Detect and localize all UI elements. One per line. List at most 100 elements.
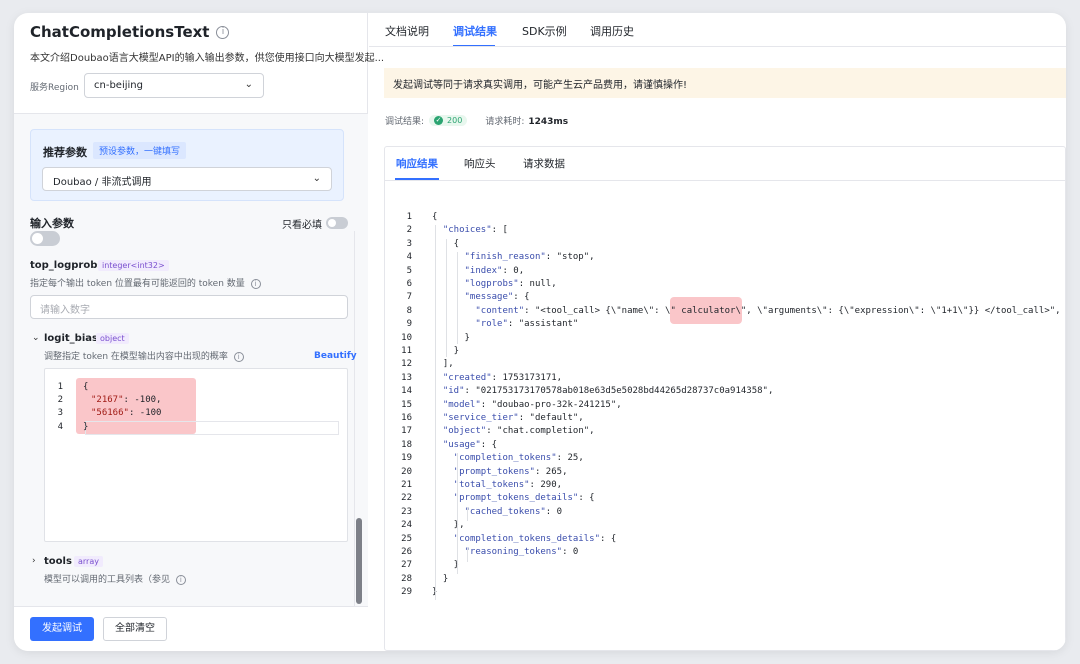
indent-guide (457, 453, 458, 574)
line-number: 29 (401, 587, 412, 598)
input-params-title: 输入参数 (30, 217, 74, 230)
preset-value: Doubao / 非流式调用 (53, 177, 152, 188)
line-number: 12 (401, 359, 412, 370)
line-number: 10 (401, 332, 412, 343)
line-number: 1 (406, 212, 412, 222)
json-line: "choices": [ (442, 225, 508, 236)
line-number: 4 (406, 252, 412, 263)
request-time: 请求耗时: 1243ms (485, 117, 569, 127)
line-number: 15 (401, 399, 412, 410)
title-row: ChatCompletionsText i (30, 23, 230, 41)
line-number: 16 (401, 413, 412, 423)
input-params-toggle[interactable] (30, 231, 60, 246)
json-line: "service_tier": "default", (442, 413, 584, 423)
region-select[interactable]: cn-beijing ⌄ (84, 73, 264, 98)
line-number: 19 (401, 453, 412, 464)
warning-banner: 发起调试等同于请求真实调用，可能产生云产品费用，请谨慎操作! (384, 68, 1066, 98)
line-number: 2 (406, 225, 412, 236)
line-number: 18 (401, 439, 412, 450)
line-number: 24 (401, 520, 412, 531)
json-line: "object": "chat.completion", (442, 426, 595, 437)
indent-guide (467, 548, 468, 562)
json-line: "cached_tokens": 0 (464, 506, 563, 517)
only-required-toggle[interactable] (326, 217, 348, 229)
param-name-top-logprobs: top_logprobs (30, 260, 104, 271)
line-number: 23 (401, 506, 412, 517)
line-number: 13 (401, 372, 412, 383)
line-number: 4 (57, 422, 63, 432)
line-number: 9 (406, 319, 412, 330)
line-number: 28 (401, 573, 412, 584)
divider (385, 180, 1066, 181)
line-number: 1 (57, 382, 63, 392)
chevron-down-icon: ⌄ (244, 79, 253, 90)
tab-response-body[interactable]: 响应结果 (396, 156, 438, 171)
param-desc: 调整指定 token 在模型输出内容中出现的概率 i (44, 349, 244, 362)
type-badge: array (74, 556, 103, 567)
param-desc: 模型可以调用的工具列表（参见 i (44, 572, 186, 585)
line-number: 3 (57, 408, 63, 418)
json-line: "created": 1753173171, (442, 372, 563, 383)
left-panel: ChatCompletionsText i 本文介绍Doubao语言大模型API… (14, 13, 384, 651)
info-icon[interactable]: i (175, 575, 186, 585)
line-number: 22 (401, 493, 412, 504)
chevron-right-icon[interactable]: › (32, 556, 36, 566)
recommended-params-card: 推荐参数 预设参数，一键填写 Doubao / 非流式调用 ⌄ (30, 129, 344, 201)
region-label: 服务Region (30, 83, 79, 93)
divider (14, 113, 368, 114)
json-line: } (432, 332, 470, 343)
preset-select[interactable]: Doubao / 非流式调用 ⌄ (42, 167, 332, 191)
code-line: { (83, 382, 89, 392)
active-line (85, 421, 339, 435)
line-number: 17 (401, 426, 412, 437)
api-title: ChatCompletionsText (30, 23, 210, 41)
line-number: 14 (401, 386, 412, 397)
app-window: ChatCompletionsText i 本文介绍Doubao语言大模型API… (14, 13, 1066, 651)
line-number: 8 (406, 305, 412, 316)
scrollbar-thumb[interactable] (356, 518, 362, 604)
line-number: 5 (406, 265, 412, 276)
line-number: 21 (401, 480, 412, 490)
tab-docs[interactable]: 文档说明 (385, 23, 429, 39)
tab-sdk-examples[interactable]: SDK示例 (522, 23, 567, 39)
code-line: "2167": -100, (91, 395, 162, 405)
indent-guide (457, 252, 458, 344)
type-badge: integer<int32> (98, 260, 169, 271)
type-badge: object (96, 333, 129, 344)
json-line: "id": "021753173170578ab018e63d5e5028bd4… (442, 386, 774, 397)
status-badge: ✓ 200 (429, 115, 468, 126)
only-required-label: 只看必填 (282, 220, 322, 231)
api-description: 本文介绍Doubao语言大模型API的输入输出参数，供您使用接口向大模型发起..… (30, 53, 385, 64)
line-number: 3 (406, 238, 412, 249)
clear-all-button[interactable]: 全部清空 (103, 617, 167, 641)
tab-call-history[interactable]: 调用历史 (590, 23, 634, 39)
line-number: 25 (401, 533, 412, 544)
check-icon: ✓ (434, 116, 444, 125)
json-line: "completion_tokens": 25, (453, 453, 584, 464)
top-logprobs-input[interactable]: 请输入数字 (30, 295, 348, 319)
line-number: 2 (57, 395, 63, 405)
chevron-down-icon[interactable]: ⌄ (32, 333, 40, 343)
json-line: "completion_tokens_details": { (453, 533, 617, 544)
json-line: "reasoning_tokens": 0 (464, 547, 579, 557)
line-number: 6 (406, 279, 412, 289)
indent-guide (467, 507, 468, 521)
info-icon[interactable]: i (216, 25, 230, 39)
code-line: "56166": -100 (91, 408, 162, 418)
beautify-button[interactable]: Beautify (314, 351, 357, 361)
tab-debug-result[interactable]: 调试结果 (453, 23, 497, 39)
json-line: "usage": { (442, 439, 498, 450)
json-line: "total_tokens": 290, (453, 480, 563, 490)
param-name-tools: tools (44, 556, 72, 567)
json-line: } (432, 560, 460, 571)
json-line: { (432, 212, 438, 222)
info-icon[interactable]: i (233, 352, 244, 362)
param-name-logit-bias: logit_bias (44, 333, 98, 344)
submit-debug-button[interactable]: 发起调试 (30, 617, 94, 641)
status-label: 调试结果: (385, 117, 425, 127)
info-icon[interactable]: i (250, 279, 261, 289)
tab-response-headers[interactable]: 响应头 (464, 156, 496, 171)
json-editor[interactable]: 1 { 2 "2167": -100, 3 "56166": -100 4 } (44, 368, 348, 542)
tab-request-data[interactable]: 请求数据 (523, 156, 565, 171)
json-line: "prompt_tokens": 265, (453, 466, 568, 477)
